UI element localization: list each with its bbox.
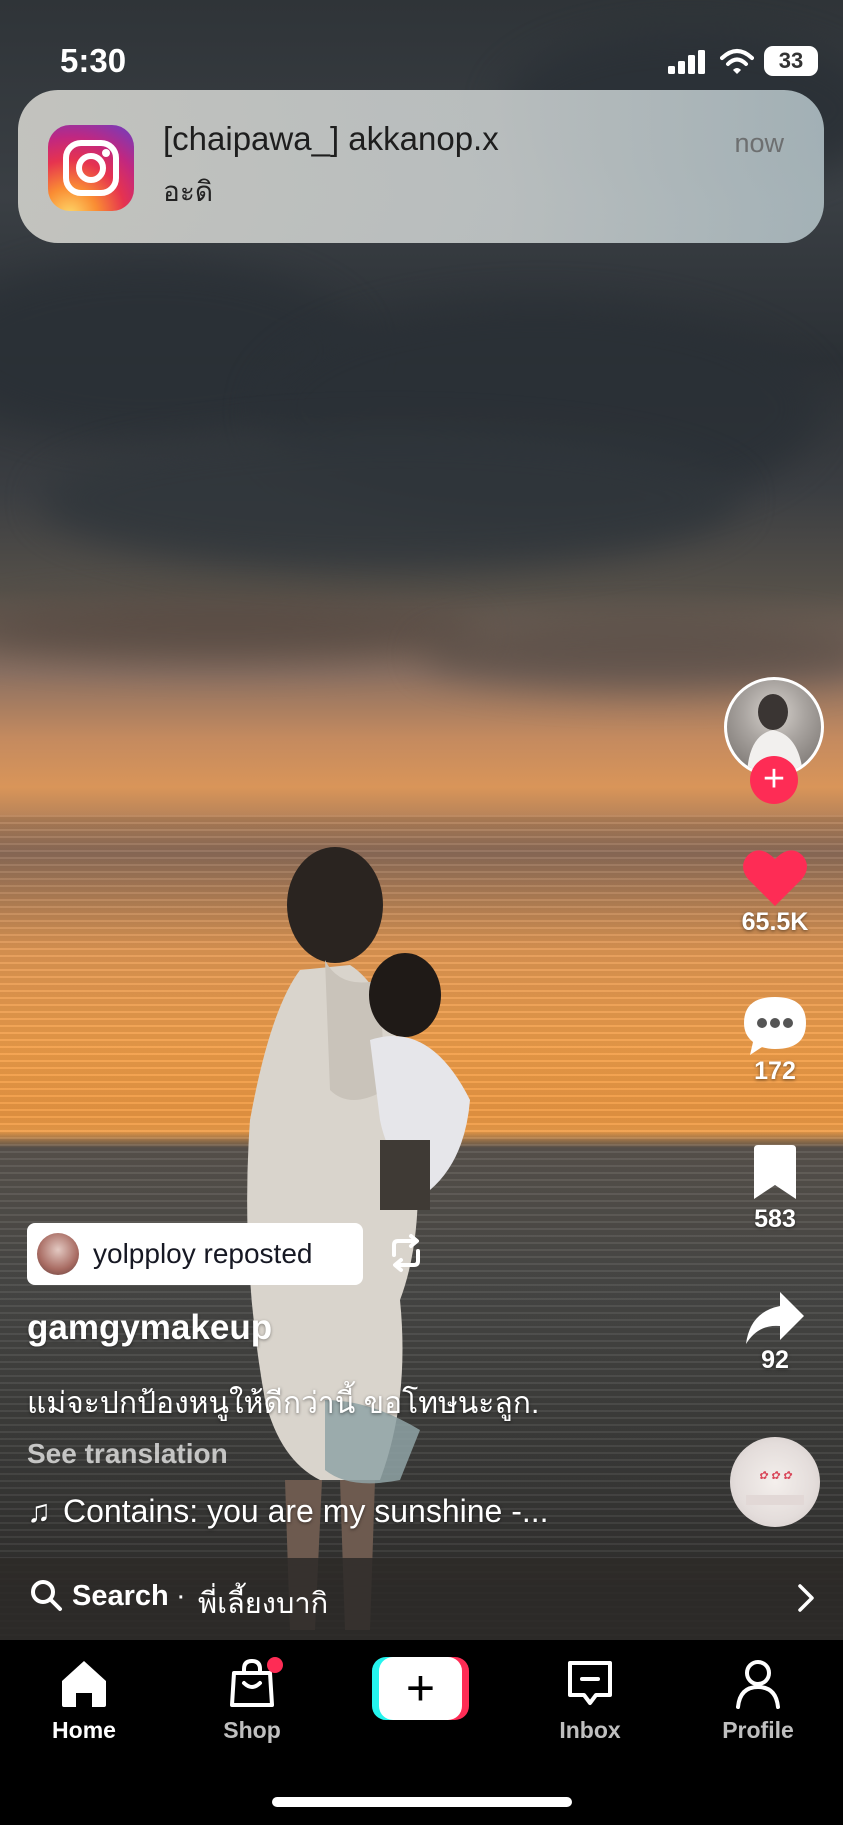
save-count: 583 xyxy=(754,1205,796,1233)
music-note-icon: ♫ xyxy=(27,1493,51,1529)
home-icon xyxy=(62,1661,106,1707)
nav-inbox-label: Inbox xyxy=(559,1717,621,1743)
repost-badge[interactable]: yolpploy reposted xyxy=(27,1223,363,1285)
see-translation-link[interactable]: See translation xyxy=(27,1438,228,1470)
save-action[interactable]: 583 xyxy=(720,1145,830,1234)
music-info[interactable]: ♫ Contains: you are my sunshine -... xyxy=(27,1493,549,1530)
svg-text:✿ ✿ ✿: ✿ ✿ ✿ xyxy=(758,1470,792,1482)
instagram-icon xyxy=(48,125,134,211)
home-indicator[interactable] xyxy=(272,1797,572,1807)
comment-count: 172 xyxy=(754,1057,796,1085)
music-disc[interactable]: ✿ ✿ ✿ xyxy=(730,1437,820,1527)
search-icon xyxy=(31,1580,62,1611)
battery-indicator: 33 xyxy=(764,46,818,76)
inbox-icon xyxy=(568,1661,612,1705)
comment-icon xyxy=(744,997,806,1055)
search-suggestion-bar[interactable]: Search · พี่เลี้ยงบากิ xyxy=(0,1558,843,1640)
comment-action[interactable]: 172 xyxy=(720,995,830,1086)
cellular-signal-icon xyxy=(668,50,705,74)
cloud xyxy=(0,600,480,660)
reposter-avatar xyxy=(37,1233,79,1275)
share-arrow-icon xyxy=(746,1292,804,1344)
wifi-icon xyxy=(720,49,754,74)
create-button[interactable]: + xyxy=(372,1657,469,1720)
notification-body: อะดิ xyxy=(163,176,214,207)
bookmark-icon xyxy=(754,1145,796,1199)
nav-profile-label: Profile xyxy=(722,1717,794,1743)
search-separator: · xyxy=(176,1580,186,1612)
repost-label: yolpploy reposted xyxy=(93,1238,313,1269)
nav-shop-label: Shop xyxy=(223,1717,281,1743)
cloud xyxy=(40,430,740,570)
nav-profile[interactable]: Profile xyxy=(693,1655,823,1744)
clock: 5:30 xyxy=(60,42,127,79)
share-action[interactable]: 92 xyxy=(720,1290,830,1375)
search-label: Search xyxy=(72,1580,169,1612)
follow-button[interactable]: + xyxy=(750,756,798,804)
video-caption[interactable]: แม่จะปกป้องหนูให้ดีกว่านี้ ขอโทษนะลูก. xyxy=(27,1380,539,1427)
repost-icon[interactable] xyxy=(386,1233,426,1273)
nav-home-label: Home xyxy=(52,1717,116,1743)
like-count: 65.5K xyxy=(741,908,809,936)
notification-time: now xyxy=(734,128,784,158)
profile-icon xyxy=(736,1660,780,1709)
shop-notification-dot xyxy=(267,1657,283,1673)
nav-shop[interactable]: Shop xyxy=(187,1655,317,1744)
battery-level: 33 xyxy=(778,48,804,73)
share-count: 92 xyxy=(761,1346,789,1374)
search-query: พี่เลี้ยงบากิ xyxy=(198,1588,329,1620)
nav-home[interactable]: Home xyxy=(19,1655,149,1744)
heart-icon xyxy=(743,850,807,906)
like-action[interactable]: 65.5K xyxy=(720,848,830,937)
notification-banner[interactable]: [chaipawa_] akkanop.x อะดิ now xyxy=(18,90,824,243)
plus-icon: + xyxy=(379,1657,462,1720)
author-name[interactable]: gamgymakeup xyxy=(27,1308,272,1348)
music-title: Contains: you are my sunshine -... xyxy=(63,1493,549,1529)
nav-inbox[interactable]: Inbox xyxy=(525,1655,655,1744)
notification-title: [chaipawa_] akkanop.x xyxy=(163,120,499,157)
chevron-right-icon xyxy=(798,1584,814,1612)
